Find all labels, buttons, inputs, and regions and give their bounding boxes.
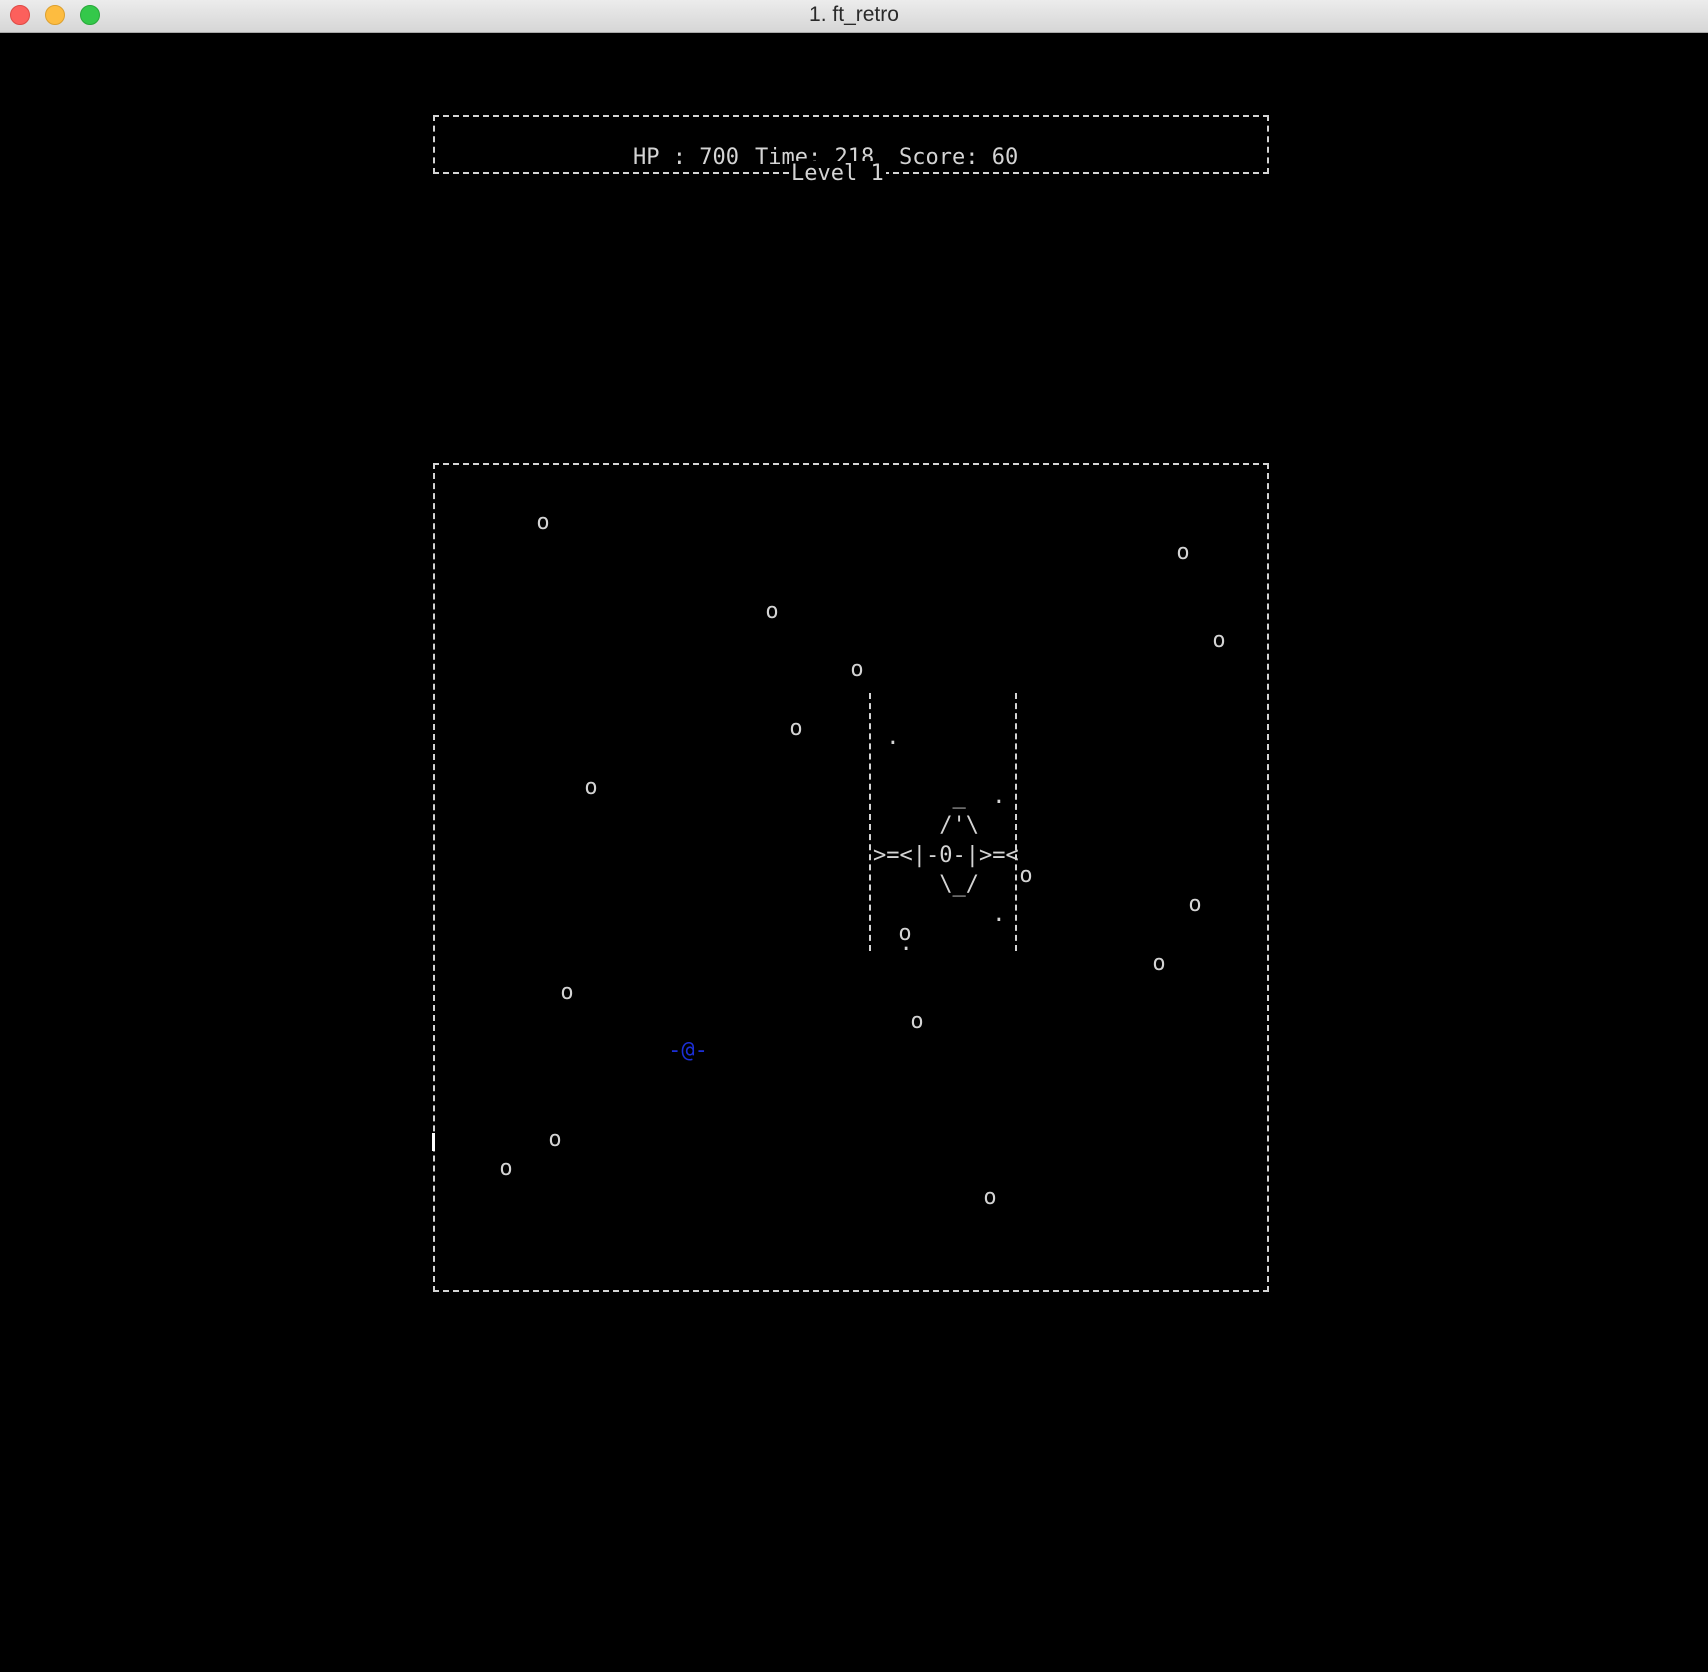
- enemy-projectile: o: [850, 657, 864, 682]
- enemy-projectile: o: [560, 980, 574, 1005]
- terminal-screen[interactable]: HP : 700 Time: 218 Score: 60 Level 1 . _…: [0, 33, 1708, 1672]
- enemy-projectile: o: [548, 1127, 562, 1152]
- boss-left-wall: [869, 693, 871, 951]
- enemy-projectile: o: [898, 921, 912, 946]
- boss-ship: . _ . /'\ >=<|-0-|>=< \_/ . .: [865, 693, 1019, 956]
- boss-ship-art: . _ . /'\ >=<|-0-|>=< \_/ . .: [873, 724, 1019, 957]
- window-title: 1. ft_retro: [809, 3, 899, 26]
- player-ship: -@-: [668, 1038, 708, 1063]
- enemy-projectile: o: [1212, 628, 1226, 653]
- score-readout: Score: 60: [899, 145, 1019, 170]
- enemy-projectile: o: [1152, 951, 1166, 976]
- terminal-window: 1. ft_retro HP : 700 Time: 218 Score: 60…: [0, 0, 1708, 1672]
- enemy-projectile: o: [789, 716, 803, 741]
- enemy-projectile: o: [536, 510, 550, 535]
- terminal-cursor: [432, 1133, 435, 1151]
- title-bar[interactable]: 1. ft_retro: [0, 0, 1708, 33]
- enemy-projectile: o: [765, 599, 779, 624]
- enemy-projectile: o: [1176, 540, 1190, 565]
- hud-panel: HP : 700 Time: 218 Score: 60 Level 1: [433, 81, 1269, 187]
- enemy-projectile: o: [499, 1156, 513, 1181]
- level-indicator: Level 1: [789, 161, 886, 187]
- enemy-projectile: o: [910, 1009, 924, 1034]
- hp-readout: HP : 700: [633, 145, 739, 170]
- enemy-projectile: o: [1019, 863, 1033, 888]
- playfield-border: [432, 463, 1269, 1292]
- enemy-projectile: o: [983, 1185, 997, 1210]
- enemy-projectile: o: [1188, 892, 1202, 917]
- enemy-projectile: o: [584, 775, 598, 800]
